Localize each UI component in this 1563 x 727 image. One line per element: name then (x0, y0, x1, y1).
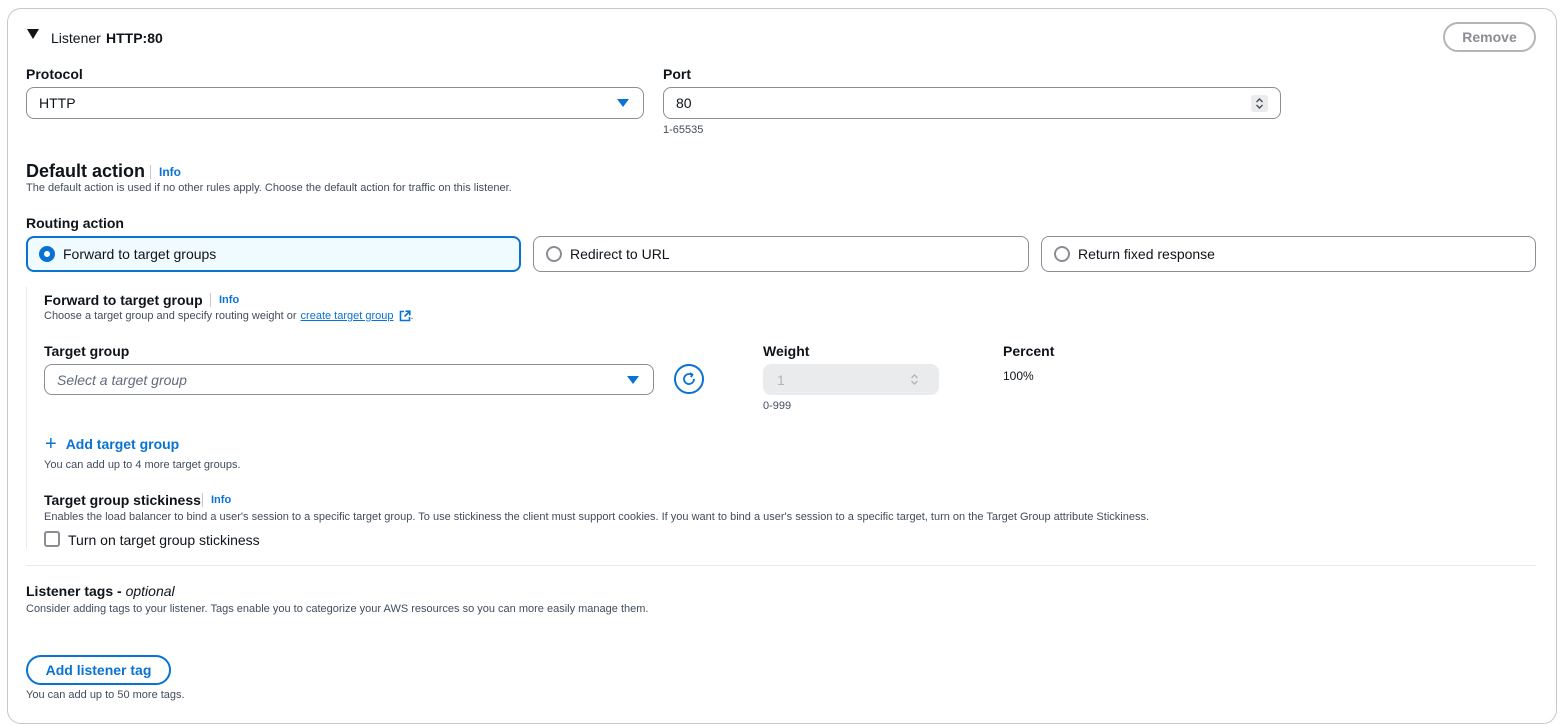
plus-icon: + (45, 433, 57, 455)
add-listener-tag-button[interactable]: Add listener tag (26, 655, 171, 685)
external-link-icon (399, 310, 411, 322)
percent-label: Percent (1003, 343, 1055, 359)
weight-input: 1 (763, 364, 939, 395)
stickiness-checkbox[interactable] (44, 531, 60, 547)
create-target-group-link[interactable]: create target group (301, 310, 394, 322)
routing-action-label: Routing action (26, 215, 124, 231)
dropdown-caret-icon (617, 99, 629, 107)
default-action-title: Default action (26, 161, 146, 181)
target-group-placeholder: Select a target group (57, 371, 187, 388)
port-value: 80 (676, 95, 692, 111)
routing-option-forward[interactable]: Forward to target groups (26, 236, 521, 272)
port-label: Port (663, 66, 691, 82)
forward-description-end: . (410, 310, 414, 322)
weight-hint: 0-999 (763, 400, 792, 412)
add-target-group-button[interactable]: + Add target group (45, 433, 180, 455)
radio-unselected-icon[interactable] (546, 246, 562, 262)
default-action-info-link[interactable]: Info (150, 165, 181, 179)
dropdown-caret-icon (627, 375, 639, 384)
stickiness-description: Enables the load balancer to bind a user… (44, 511, 1150, 523)
routing-option-fixed-response[interactable]: Return fixed response (1041, 236, 1536, 272)
port-hint: 1-65535 (663, 124, 704, 136)
refresh-icon (683, 372, 695, 385)
tags-hint: You can add up to 50 more tags. (26, 689, 185, 701)
target-group-label: Target group (44, 343, 130, 359)
default-action-description: The default action is used if no other r… (26, 182, 512, 194)
protocol-select[interactable]: HTTP (26, 87, 644, 119)
routing-option-redirect[interactable]: Redirect to URL (533, 236, 1029, 272)
listener-name: HTTP:80 (106, 30, 163, 46)
listener-label: Listener (51, 30, 101, 46)
routing-option-label: Forward to target groups (63, 246, 217, 262)
stepper-icon (906, 371, 923, 388)
forward-description: Choose a target group and specify routin… (44, 310, 414, 322)
section-divider (26, 565, 1536, 566)
radio-selected-icon[interactable] (39, 246, 55, 262)
tags-title-optional: optional (125, 583, 175, 599)
forward-description-text: Choose a target group and specify routin… (44, 310, 297, 322)
add-target-group-hint: You can add up to 4 more target groups. (44, 459, 241, 471)
stepper-icon[interactable] (1251, 95, 1268, 112)
routing-option-label: Redirect to URL (570, 246, 670, 262)
tags-title-text: Listener tags - (26, 583, 126, 599)
tags-title: Listener tags - optional (26, 583, 175, 599)
protocol-value: HTTP (39, 95, 76, 111)
protocol-label: Protocol (26, 66, 83, 82)
stickiness-title: Target group stickiness (44, 492, 201, 508)
section-divider-vertical (26, 287, 27, 549)
tags-description: Consider adding tags to your listener. T… (26, 603, 649, 615)
radio-unselected-icon[interactable] (1054, 246, 1070, 262)
stickiness-checkbox-label[interactable]: Turn on target group stickiness (68, 532, 260, 548)
stickiness-info-link[interactable]: Info (202, 493, 231, 507)
refresh-button[interactable] (674, 364, 704, 394)
weight-value: 1 (777, 371, 785, 388)
add-target-group-label: Add target group (65, 436, 180, 452)
collapse-caret-icon[interactable] (27, 29, 39, 39)
routing-option-label: Return fixed response (1078, 246, 1215, 262)
remove-button[interactable]: Remove (1443, 22, 1536, 52)
port-input[interactable]: 80 (663, 87, 1281, 119)
forward-info-link[interactable]: Info (210, 293, 239, 307)
percent-value: 100% (1003, 369, 1034, 383)
weight-label: Weight (763, 343, 810, 359)
forward-title: Forward to target group (44, 292, 203, 308)
target-group-select[interactable]: Select a target group (44, 364, 654, 395)
